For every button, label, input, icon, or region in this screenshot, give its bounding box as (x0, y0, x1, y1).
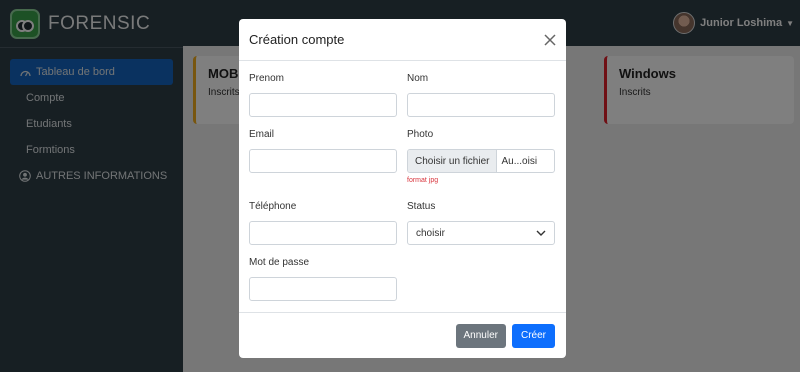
file-name: Au...oisi (501, 155, 538, 167)
photo-file-input[interactable]: Choisir un fichier Au...oisi (407, 149, 555, 173)
prenom-field: Prenom (249, 73, 397, 117)
telephone-label: Téléphone (249, 201, 297, 212)
prenom-label: Prenom (249, 73, 285, 84)
telephone-field: Téléphone (249, 201, 397, 245)
password-label: Mot de passe (249, 257, 310, 268)
choose-file-button[interactable]: Choisir un fichier (408, 150, 498, 172)
modal-body: Prenom Nom Email Photo Choisir un fichie… (239, 61, 566, 312)
telephone-input[interactable] (249, 221, 397, 245)
nom-input[interactable] (407, 93, 555, 117)
email-input[interactable] (249, 149, 397, 173)
photo-field: Photo Choisir un fichier Au...oisi forma… (407, 129, 555, 184)
status-selected-value: choisir (416, 227, 445, 239)
password-input[interactable] (249, 277, 397, 301)
modal-header: Création compte (239, 19, 566, 61)
password-field: Mot de passe (249, 257, 397, 301)
prenom-input[interactable] (249, 93, 397, 117)
photo-label: Photo (407, 129, 434, 140)
nom-field: Nom (407, 73, 555, 117)
cancel-button[interactable]: Annuler (455, 323, 506, 348)
modal-footer: Annuler Créer (239, 312, 566, 358)
status-field: Status choisir (407, 201, 555, 245)
status-select[interactable]: choisir (407, 221, 555, 245)
nom-label: Nom (407, 73, 429, 84)
create-account-modal: Création compte Prenom Nom Email Photo C… (239, 19, 566, 358)
close-icon[interactable] (544, 30, 556, 50)
create-button[interactable]: Créer (511, 323, 555, 348)
chevron-down-icon (536, 228, 546, 239)
photo-format-hint: format jpg (407, 177, 439, 184)
status-label: Status (407, 201, 436, 212)
modal-title: Création compte (249, 32, 345, 47)
email-label: Email (249, 129, 275, 140)
email-field: Email (249, 129, 397, 173)
